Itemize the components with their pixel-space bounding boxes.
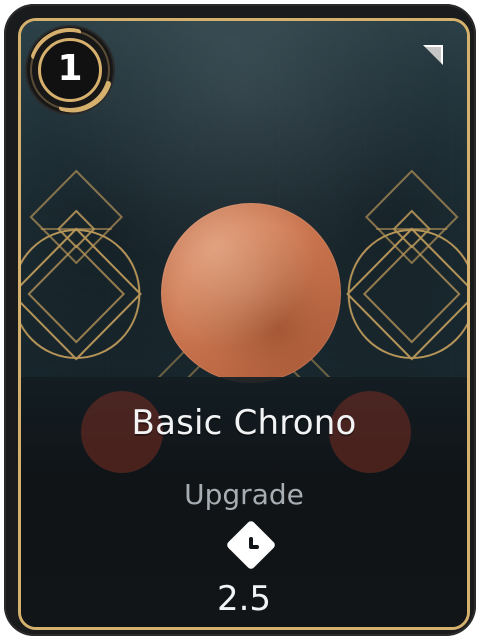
time-value: 2.5 [216, 579, 272, 619]
clock-hands [240, 534, 262, 556]
card-type: Upgrade [184, 478, 304, 511]
left-glyph [21, 169, 142, 361]
cost-value: 1 [57, 47, 83, 89]
card: Basic Chrono Upgrade 2.5 1 [4, 4, 476, 636]
cost-badge: 1 [16, 16, 124, 124]
right-glyph [346, 169, 467, 361]
sun [161, 203, 341, 383]
card-title: Basic Chrono [131, 403, 357, 443]
corner-flag-icon [423, 45, 443, 65]
